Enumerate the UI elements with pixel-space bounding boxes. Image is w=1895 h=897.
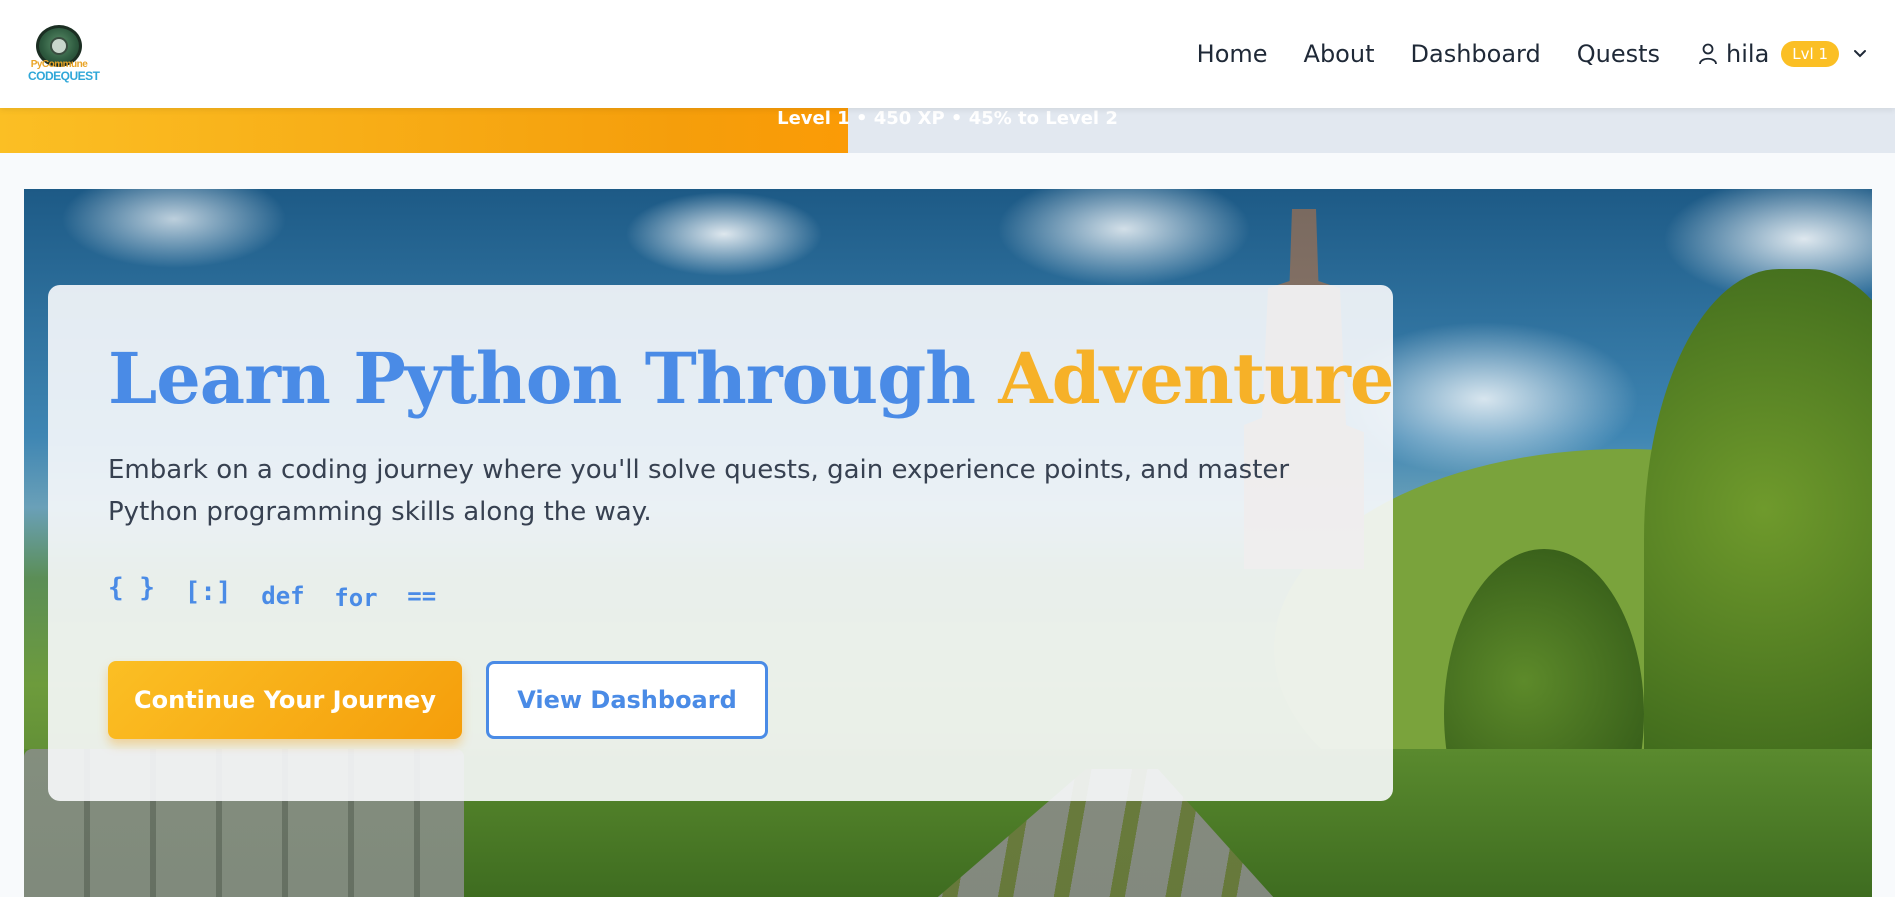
user-menu[interactable]: hila Lvl 1 <box>1698 40 1867 68</box>
continue-journey-button[interactable]: Continue Your Journey <box>108 661 462 739</box>
logo[interactable]: PyCommune CODEQUEST <box>28 21 100 87</box>
hero-title: Learn Python Through Adventure <box>108 337 1394 421</box>
user-name: hila <box>1726 40 1770 68</box>
hero-subtitle: Embark on a coding journey where you'll … <box>108 455 1290 527</box>
nav-quests[interactable]: Quests <box>1577 40 1660 68</box>
code-symbol: [:] <box>184 577 232 607</box>
nav-home[interactable]: Home <box>1197 40 1268 68</box>
main-nav: Home About Dashboard Quests hila Lvl 1 <box>1161 0 1867 108</box>
xp-progress-text: Level 1 • 450 XP • 45% to Level 2 <box>777 108 1118 129</box>
code-symbol: def <box>261 582 305 610</box>
code-symbol: == <box>407 582 437 610</box>
nav-dashboard[interactable]: Dashboard <box>1411 40 1541 68</box>
hero-title-accent: Adventure <box>998 337 1394 420</box>
level-badge: Lvl 1 <box>1781 41 1839 67</box>
hero-card: Learn Python Through Adventure Embark on… <box>48 285 1394 801</box>
code-symbols: { } [:] def for == <box>108 573 1333 612</box>
user-icon <box>1699 43 1717 65</box>
site-header: PyCommune CODEQUEST Home About Dashboard… <box>0 0 1895 108</box>
hero-buttons: Continue Your Journey View Dashboard <box>108 661 1333 739</box>
code-symbol: { } <box>108 573 155 603</box>
chevron-down-icon <box>1854 50 1866 58</box>
logo-text-bottom: CODEQUEST <box>28 69 100 83</box>
code-symbol: for <box>334 584 378 612</box>
xp-progress-bar: Level 1 • 450 XP • 45% to Level 2 <box>0 108 1895 153</box>
nav-about[interactable]: About <box>1304 40 1375 68</box>
hero-title-main: Learn Python Through <box>108 337 999 420</box>
view-dashboard-button[interactable]: View Dashboard <box>486 661 768 739</box>
